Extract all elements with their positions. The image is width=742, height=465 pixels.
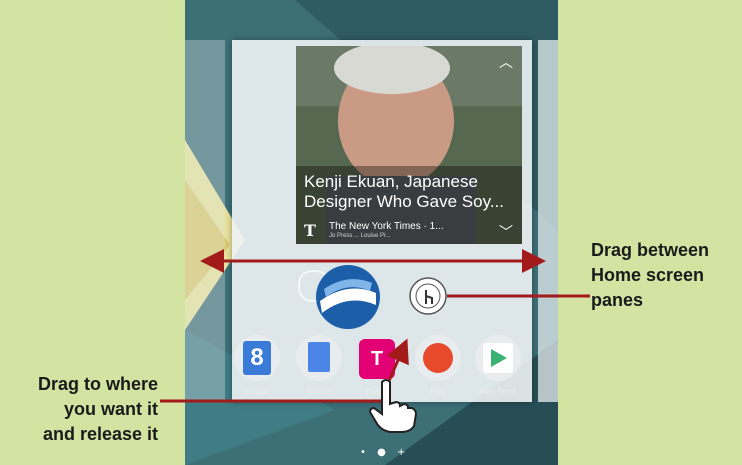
callout-drag-between: Drag between Home screen panes [591,238,709,313]
callout-drag-between-line3: panes [591,290,644,310]
hand-pointer-icon [368,379,418,433]
callout-drag-between-line1: Drag between [591,240,710,260]
callout-drag-between-line2: Home screen [591,265,705,285]
callout-drag-to-line2: you want it [64,399,158,419]
callout-drag-to-line3: and release it [42,424,158,444]
callout-drag-to-line1: Drag to where [37,374,158,394]
callout-drag-to: Drag to where you want it and release it [0,372,158,447]
